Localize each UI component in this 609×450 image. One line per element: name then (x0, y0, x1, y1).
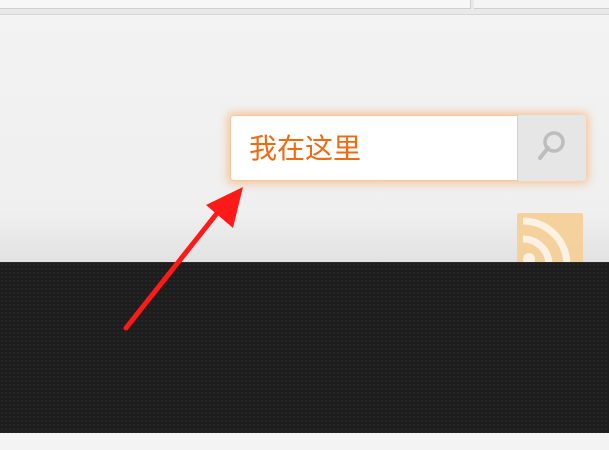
browser-top-strip (0, 0, 609, 15)
search-box: 我在这里 (230, 115, 586, 181)
toolbar-area (474, 0, 609, 9)
search-icon (534, 128, 570, 168)
bottom-strip (0, 433, 609, 450)
dark-navigation-band (0, 263, 609, 433)
address-bar-area (0, 0, 471, 9)
search-input[interactable]: 我在这里 (230, 115, 518, 181)
search-button[interactable] (518, 115, 586, 181)
page: 我在这里 (0, 0, 609, 450)
